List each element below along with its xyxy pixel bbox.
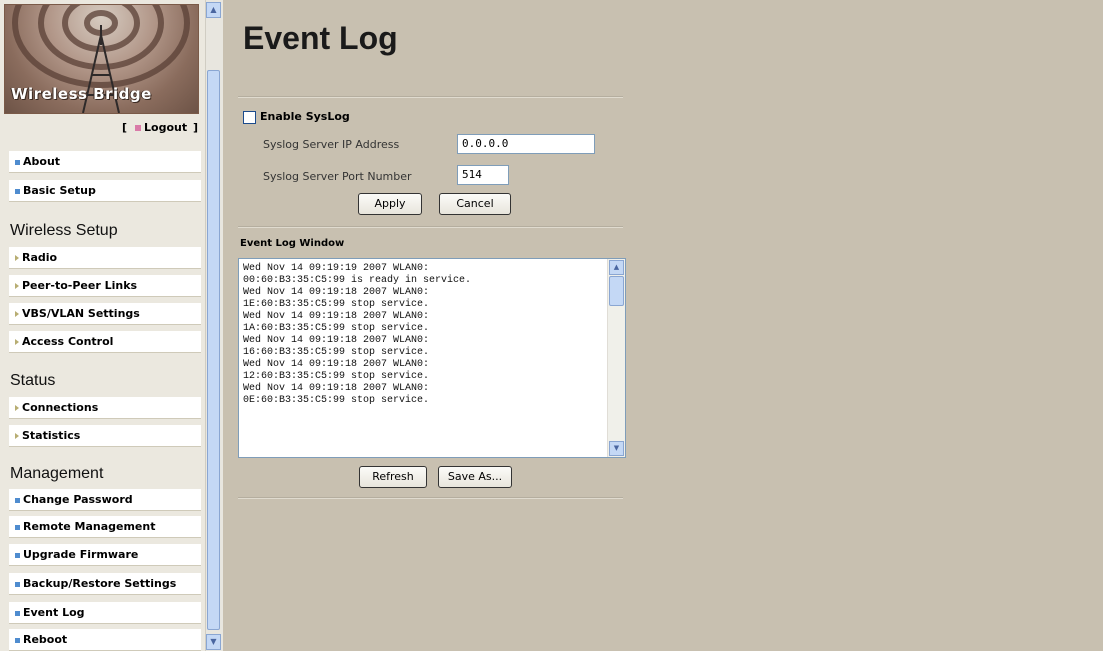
refresh-button[interactable]: Refresh <box>359 466 427 488</box>
sidebar-item-label: Backup/Restore Settings <box>23 577 177 590</box>
triangle-bullet-icon <box>15 311 19 317</box>
scroll-down-arrow-icon[interactable]: ▼ <box>206 634 221 650</box>
square-bullet-icon <box>15 188 20 194</box>
triangle-bullet-icon <box>15 283 19 289</box>
sidebar-item-event-log[interactable]: Event Log <box>9 602 201 624</box>
sidebar-item-label: Radio <box>22 251 58 264</box>
sidebar-item-peer-to-peer-links[interactable]: Peer-to-Peer Links <box>9 275 201 297</box>
sidebar-item-label: Event Log <box>23 606 85 619</box>
triangle-bullet-icon <box>15 339 19 345</box>
save-as-button[interactable]: Save As... <box>438 466 512 488</box>
syslog-port-input[interactable]: 514 <box>457 165 509 185</box>
event-log-scrollbar[interactable]: ▲ ▼ <box>607 259 625 457</box>
sidebar-item-label: Peer-to-Peer Links <box>22 279 138 292</box>
event-log-scrollbar-thumb[interactable] <box>609 276 624 306</box>
main-content: Event Log Enable SysLog Syslog Server IP… <box>223 0 1103 651</box>
logout-link[interactable]: [ Logout ] <box>0 121 200 134</box>
square-bullet-icon <box>15 552 20 558</box>
syslog-port-label: Syslog Server Port Number <box>263 170 412 183</box>
sidebar-item-statistics[interactable]: Statistics <box>9 425 201 447</box>
logo-text: Wireless Bridge <box>11 85 152 103</box>
cancel-button[interactable]: Cancel <box>439 193 511 215</box>
divider <box>238 96 623 98</box>
sidebar-item-radio[interactable]: Radio <box>9 247 201 269</box>
sidebar-item-label: VBS/VLAN Settings <box>22 307 140 320</box>
square-bullet-icon <box>15 159 20 165</box>
apply-button[interactable]: Apply <box>358 193 422 215</box>
sidebar-item-label: Change Password <box>23 493 133 506</box>
enable-syslog-row[interactable]: Enable SysLog <box>243 110 350 124</box>
triangle-bullet-icon <box>15 255 19 261</box>
sidebar-item-upgrade-firmware[interactable]: Upgrade Firmware <box>9 544 201 566</box>
event-log-textarea[interactable]: Wed Nov 14 09:19:19 2007 WLAN0: 00:60:B3… <box>238 258 626 458</box>
square-bullet-icon <box>15 637 20 643</box>
enable-syslog-label: Enable SysLog <box>260 110 350 123</box>
divider <box>238 497 623 499</box>
logout-bullet-icon <box>135 124 142 131</box>
square-bullet-icon <box>15 524 20 530</box>
enable-syslog-checkbox[interactable] <box>243 110 256 124</box>
section-wireless-setup: Wireless Setup <box>10 222 118 239</box>
square-bullet-icon <box>15 610 20 616</box>
sidebar-item-label: Basic Setup <box>23 184 96 197</box>
sidebar-item-label: About <box>23 155 61 168</box>
square-bullet-icon <box>15 581 20 587</box>
scroll-up-arrow-icon[interactable]: ▲ <box>206 2 221 18</box>
logout-label: Logout <box>144 121 188 134</box>
sidebar-item-label: Remote Management <box>23 520 156 533</box>
sidebar-item-connections[interactable]: Connections <box>9 397 201 419</box>
sidebar-item-remote-management[interactable]: Remote Management <box>9 516 201 538</box>
bracket-right: ] <box>192 121 198 134</box>
page-title: Event Log <box>243 20 398 56</box>
section-status: Status <box>10 372 56 389</box>
sidebar-item-backup-restore-settings[interactable]: Backup/Restore Settings <box>9 573 201 595</box>
event-log-content: Wed Nov 14 09:19:19 2007 WLAN0: 00:60:B3… <box>243 263 472 406</box>
wireless-bridge-logo: Wireless Bridge <box>4 4 199 114</box>
syslog-ip-label: Syslog Server IP Address <box>263 138 400 151</box>
divider <box>238 226 623 228</box>
sidebar-item-change-password[interactable]: Change Password <box>9 489 201 511</box>
sidebar-item-label: Connections <box>22 401 99 414</box>
triangle-bullet-icon <box>15 433 19 439</box>
section-management: Management <box>10 465 104 482</box>
sidebar-item-about[interactable]: About <box>9 151 201 173</box>
scroll-down-arrow-icon[interactable]: ▼ <box>609 441 624 456</box>
sidebar-item-label: Access Control <box>22 335 114 348</box>
sidebar-item-label: Statistics <box>22 429 81 442</box>
sidebar-item-label: Upgrade Firmware <box>23 548 139 561</box>
event-log-window-title: Event Log Window <box>240 238 345 249</box>
triangle-bullet-icon <box>15 405 19 411</box>
bracket-left: [ <box>122 121 128 134</box>
sidebar-item-basic-setup[interactable]: Basic Setup <box>9 180 201 202</box>
sidebar-item-reboot[interactable]: Reboot <box>9 629 201 651</box>
sidebar-item-label: Reboot <box>23 633 68 646</box>
sidebar-scrollbar-thumb[interactable] <box>207 70 220 630</box>
sidebar-item-access-control[interactable]: Access Control <box>9 331 201 353</box>
sidebar-item-vbs-vlan-settings[interactable]: VBS/VLAN Settings <box>9 303 201 325</box>
syslog-ip-input[interactable]: 0.0.0.0 <box>457 134 595 154</box>
square-bullet-icon <box>15 497 20 503</box>
scroll-up-arrow-icon[interactable]: ▲ <box>609 260 624 275</box>
sidebar: Wireless Bridge [ Logout ] About Basic Se… <box>0 0 206 651</box>
